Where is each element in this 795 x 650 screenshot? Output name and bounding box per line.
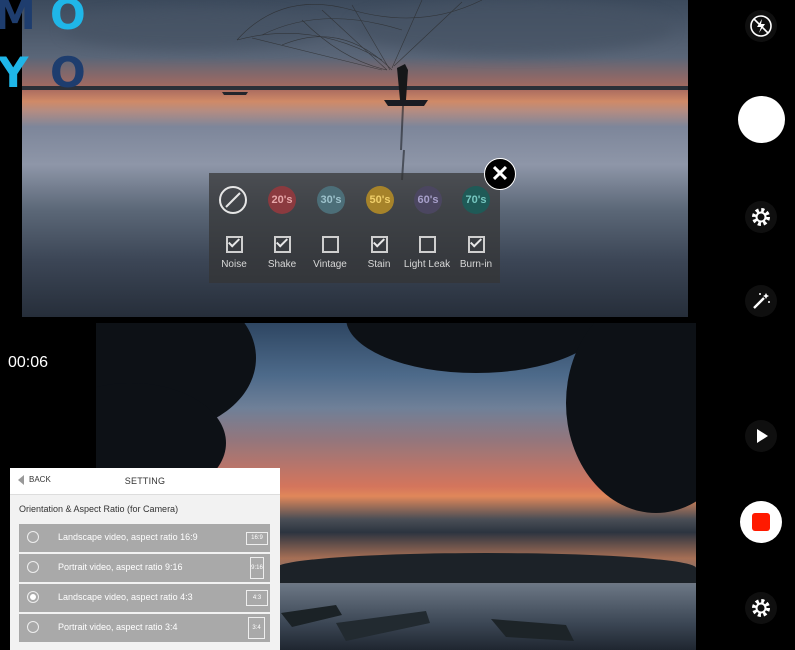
logo-letter: M	[0, 0, 36, 39]
recording-timer: 00:06	[8, 354, 49, 371]
record-stop-icon	[752, 513, 770, 531]
filter-panel: 20's 30's 50's 60's 70's Noise Shake Vin…	[209, 173, 500, 283]
settings-title: SETTING	[124, 476, 166, 486]
radio-button[interactable]	[27, 621, 39, 633]
option-label: Landscape video, aspect ratio 16:9	[58, 532, 198, 542]
settings-panel: BACK SETTING Orientation & Aspect Ratio …	[10, 468, 280, 650]
radio-button-selected[interactable]	[27, 591, 39, 603]
settings-icon[interactable]	[745, 201, 777, 233]
effect-vintage[interactable]: Vintage	[305, 236, 355, 270]
filter-60s-button[interactable]: 60's	[414, 186, 442, 214]
filter-30s-button[interactable]: 30's	[317, 186, 345, 214]
flash-off-icon[interactable]	[745, 10, 777, 42]
logo-letter: O	[50, 48, 86, 97]
settings-header: BACK SETTING	[10, 468, 280, 495]
effect-label: Noise	[221, 259, 247, 270]
no-filter-button[interactable]	[219, 186, 247, 214]
magic-wand-icon[interactable]	[745, 285, 777, 317]
radio-button[interactable]	[27, 561, 39, 573]
light-leak-checkbox[interactable]	[418, 236, 436, 253]
section-title: Orientation & Aspect Ratio (for Camera)	[19, 504, 179, 514]
record-button[interactable]	[740, 501, 782, 543]
effect-stain[interactable]: Stain	[354, 236, 404, 270]
filter-20s-button[interactable]: 20's	[268, 186, 296, 214]
logo-letter: O	[50, 0, 86, 39]
play-icon[interactable]	[745, 420, 777, 452]
effect-light-leak[interactable]: Light Leak	[402, 236, 452, 270]
logo-letter: Y	[0, 48, 29, 97]
close-filter-button[interactable]: ✕	[484, 158, 516, 190]
ratio-16-9-icon: 16:9	[246, 532, 268, 545]
settings-icon[interactable]	[745, 592, 777, 624]
aspect-option-4-3[interactable]: Landscape video, aspect ratio 4:3 4:3	[19, 584, 270, 612]
filter-50s-button[interactable]: 50's	[366, 186, 394, 214]
shake-checkbox[interactable]	[273, 236, 291, 253]
no-filter-icon	[225, 192, 241, 208]
effect-label: Vintage	[313, 259, 347, 270]
radio-button[interactable]	[27, 531, 39, 543]
ratio-3-4-icon: 3:4	[248, 617, 265, 639]
effect-label: Shake	[267, 259, 297, 270]
aspect-option-9-16[interactable]: Portrait video, aspect ratio 9:16 9:16	[19, 554, 270, 582]
effect-label: Light Leak	[403, 259, 451, 270]
burn-in-checkbox[interactable]	[467, 236, 485, 253]
effect-label: Stain	[367, 259, 391, 270]
ratio-9-16-icon: 9:16	[250, 557, 264, 579]
noise-checkbox[interactable]	[225, 236, 243, 253]
effect-burn-in[interactable]: Burn-in	[451, 236, 501, 270]
aspect-option-3-4[interactable]: Portrait video, aspect ratio 3:4 3:4	[19, 614, 270, 642]
option-label: Landscape video, aspect ratio 4:3	[58, 592, 193, 602]
aspect-option-16-9[interactable]: Landscape video, aspect ratio 16:9 16:9	[19, 524, 270, 552]
shutter-button[interactable]	[738, 96, 785, 143]
ratio-4-3-icon: 4:3	[246, 590, 268, 606]
vintage-checkbox[interactable]	[321, 236, 339, 253]
stain-checkbox[interactable]	[370, 236, 388, 253]
filter-70s-button[interactable]: 70's	[462, 186, 490, 214]
option-label: Portrait video, aspect ratio 9:16	[58, 562, 183, 572]
option-label: Portrait video, aspect ratio 3:4	[58, 622, 178, 632]
effect-shake[interactable]: Shake	[257, 236, 307, 270]
effect-label: Burn-in	[459, 259, 493, 270]
effect-noise[interactable]: Noise	[209, 236, 259, 270]
